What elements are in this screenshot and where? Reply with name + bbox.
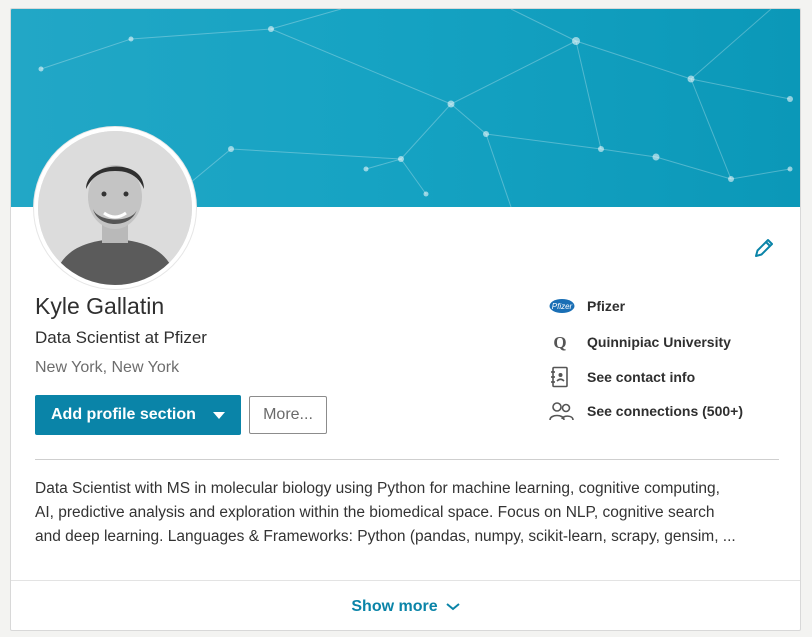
sidebar-item-label: Pfizer	[587, 298, 626, 314]
svg-text:Pfizer: Pfizer	[552, 302, 573, 311]
sidebar-item-label: See connections (500+)	[587, 403, 744, 419]
summary-line: and deep learning. Languages & Framework…	[35, 528, 736, 545]
profile-photo	[38, 131, 192, 285]
profile-headline: Data Scientist at Pfizer	[35, 328, 207, 347]
profile-summary: Data Scientist with MS in molecular biol…	[35, 477, 785, 549]
pencil-icon	[755, 239, 773, 257]
sidebar-item-connections[interactable]: See connections (500+)	[549, 399, 743, 423]
people-icon	[549, 399, 577, 423]
caret-down-icon	[213, 412, 225, 419]
chevron-down-icon	[445, 602, 460, 610]
sidebar-item-quinnipiac[interactable]: Q Quinnipiac University	[549, 330, 731, 354]
section-divider	[35, 459, 779, 460]
card-footer: Show more	[11, 580, 800, 630]
edit-profile-button[interactable]	[751, 235, 777, 261]
profile-card: Kyle Gallatin Data Scientist at Pfizer N…	[10, 8, 801, 631]
add-profile-section-button[interactable]: Add profile section	[35, 395, 241, 435]
sidebar-item-label: See contact info	[587, 369, 696, 385]
avatar[interactable]	[34, 127, 196, 289]
sidebar-item-contact-info[interactable]: See contact info	[549, 365, 695, 389]
more-button[interactable]: More...	[249, 396, 327, 434]
add-profile-section-label: Add profile section	[51, 406, 196, 423]
profile-name: Kyle Gallatin	[35, 293, 165, 319]
show-more-button[interactable]: Show more	[351, 597, 460, 616]
summary-line: Data Scientist with MS in molecular biol…	[35, 480, 720, 497]
show-more-label: Show more	[351, 597, 438, 615]
svg-text:Q: Q	[553, 333, 566, 352]
sidebar-item-pfizer[interactable]: Pfizer Pfizer	[549, 294, 625, 318]
contact-card-icon	[549, 365, 577, 389]
summary-line: AI, predictive analysis and exploration …	[35, 504, 715, 521]
more-button-label: More...	[263, 406, 313, 423]
profile-location: New York, New York	[35, 359, 180, 376]
quinnipiac-logo-icon: Q	[549, 330, 577, 354]
sidebar-item-label: Quinnipiac University	[587, 334, 731, 350]
pfizer-logo-icon: Pfizer	[549, 294, 577, 318]
